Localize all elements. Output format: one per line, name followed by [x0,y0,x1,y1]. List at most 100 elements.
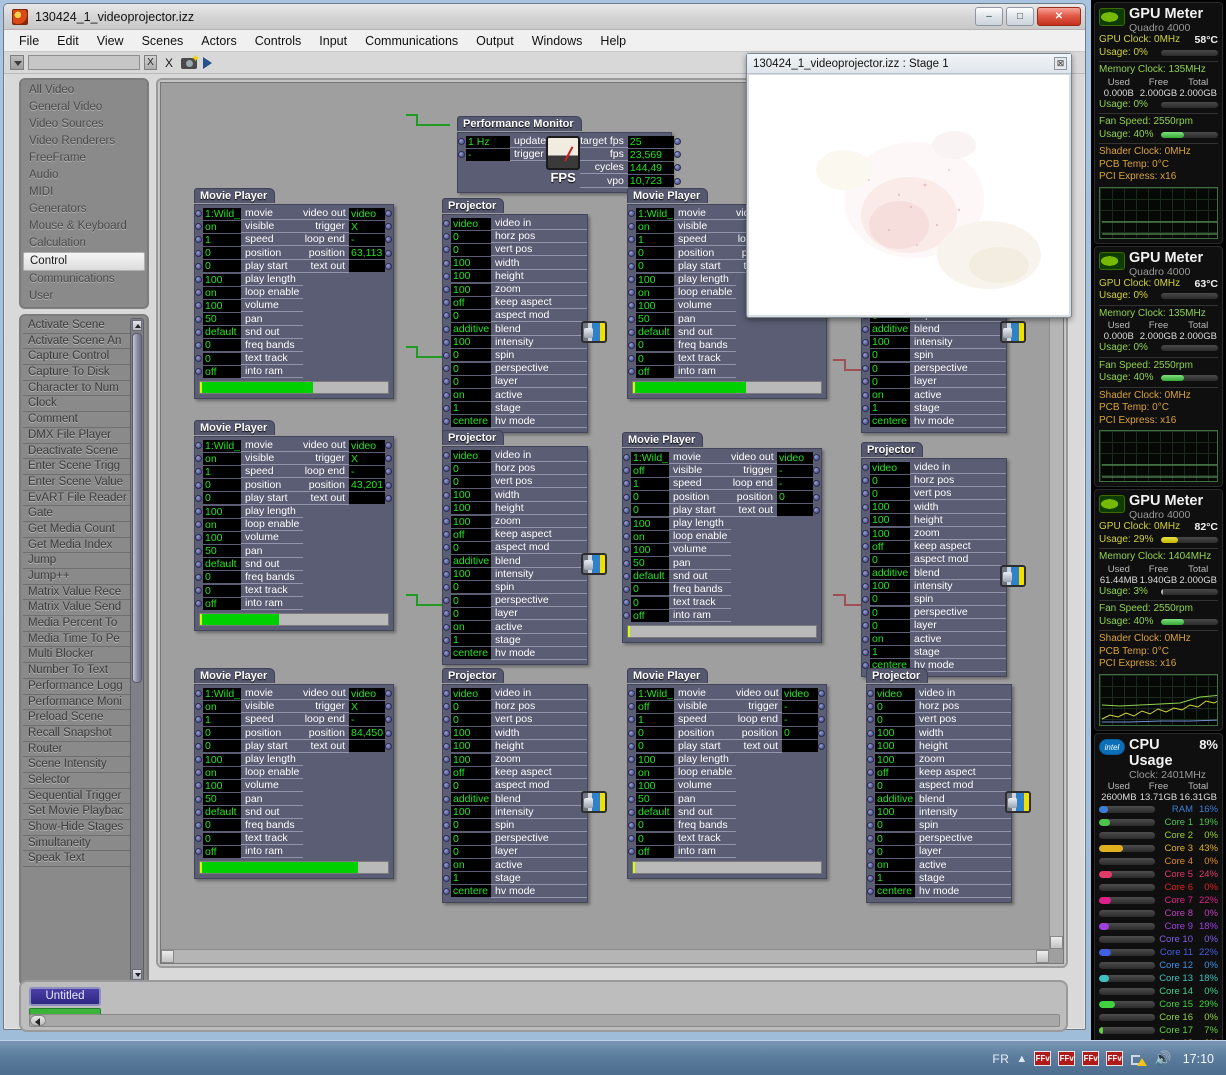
param-value[interactable]: 0 [875,819,915,832]
param-value[interactable]: 0 [203,819,241,832]
input-port-icon[interactable] [443,351,450,359]
input-port-icon[interactable] [867,795,874,803]
param-value[interactable]: 1:Wild_ [203,687,241,700]
param-value[interactable]: 1 [636,233,674,246]
param-row[interactable]: 100width [867,727,1011,740]
input-port-icon[interactable] [195,262,202,270]
param-row[interactable]: 0 spin [443,819,587,832]
input-port-icon[interactable] [443,465,450,473]
param-value[interactable]: additive [870,567,910,580]
stage-window[interactable]: 130424_1_videoprojector.izz : Stage 1 ⊠ [746,53,1072,318]
sidebar-category-control[interactable]: Control [23,252,145,271]
param-row[interactable]: 0 text track [623,596,731,610]
param-value[interactable]: 0 [451,700,491,713]
input-port-icon[interactable] [195,302,202,310]
input-port-icon[interactable] [623,572,630,580]
param-value[interactable]: 100 [203,531,241,544]
output-port-icon[interactable] [385,690,392,698]
param-row[interactable]: 0horz pos [862,474,1006,488]
actor-list-item[interactable]: Selector [23,773,135,789]
param-value[interactable]: 100 [203,505,241,518]
param-row[interactable]: on loop enable [628,766,736,780]
param-value[interactable]: 0 [870,487,910,500]
param-row[interactable]: position 0 [736,727,826,740]
input-port-icon[interactable] [623,467,630,475]
param-value[interactable]: - [777,477,813,490]
param-row[interactable]: on loop enable [195,518,303,532]
input-port-icon[interactable] [195,210,202,218]
param-row[interactable]: 0 freq bands [628,339,736,352]
param-row[interactable]: on visible [195,220,303,234]
input-port-icon[interactable] [443,272,450,280]
param-value[interactable]: off [875,766,915,779]
param-value[interactable]: on [631,530,669,543]
output-port-icon[interactable] [673,151,681,159]
input-port-icon[interactable] [443,729,450,737]
input-port-icon[interactable] [443,782,450,790]
sidebar-category-mouse-keyboard[interactable]: Mouse & Keyboard [23,218,145,235]
input-port-icon[interactable] [195,756,202,764]
volume-icon[interactable]: 🔊 [1154,1050,1171,1067]
param-value[interactable]: 0 [451,581,491,594]
param-value[interactable]: 100 [451,727,491,740]
param-value[interactable]: 100 [451,806,491,819]
sidebar-category-midi[interactable]: MIDI [23,184,145,201]
param-value[interactable]: 0 [870,619,910,632]
input-port-icon[interactable] [623,559,630,567]
close-button[interactable]: ✕ [1037,7,1081,26]
param-row[interactable]: off into ram [195,597,303,611]
param-value[interactable]: 50 [203,313,241,326]
param-row[interactable]: 100height [443,502,587,515]
param-row[interactable]: default snd out [628,806,736,819]
param-row[interactable]: centere hv mode [867,885,1011,898]
param-value[interactable]: 1 [875,872,915,885]
param-value[interactable]: 0 [631,583,669,596]
input-port-icon[interactable] [443,220,450,228]
input-port-icon[interactable] [443,597,450,605]
input-port-icon[interactable] [628,742,635,750]
output-port-icon[interactable] [673,164,681,172]
param-row[interactable]: trigger - [736,700,826,714]
scene-scroll-left-icon[interactable] [30,1015,46,1026]
param-value[interactable]: 1 [870,646,910,659]
input-port-icon[interactable] [862,543,869,551]
param-row[interactable]: offkeep aspect [443,766,587,780]
param-value[interactable]: video [451,687,491,700]
param-row[interactable]: on active [443,858,587,872]
input-port-icon[interactable] [628,289,635,297]
clear-search-button[interactable]: X [144,55,157,70]
input-port-icon[interactable] [867,808,874,816]
node-projector[interactable]: Projectorvideovideo in0horz pos0vert pos… [442,428,607,665]
param-row[interactable]: 1 speed [195,713,303,727]
param-row[interactable]: off into ram [623,609,731,623]
param-value[interactable]: 0 [451,541,491,554]
actor-list-item[interactable]: Scene Intensity [23,757,135,773]
param-value[interactable]: 63,113 [349,247,385,260]
param-row[interactable]: 100width [443,727,587,740]
input-port-icon[interactable] [443,835,450,843]
param-value[interactable]: 43,201 [349,479,385,492]
param-row[interactable]: 1 speed [195,233,303,247]
input-port-icon[interactable] [628,703,635,711]
input-port-icon[interactable] [862,516,869,524]
input-port-icon[interactable] [443,338,450,346]
param-value[interactable]: 100 [636,299,674,312]
input-port-icon[interactable] [443,821,450,829]
input-port-icon[interactable] [867,835,874,843]
param-row[interactable]: 100width [443,257,587,270]
param-row[interactable]: 0 spin [862,349,1006,362]
param-value[interactable]: - [349,233,385,246]
input-port-icon[interactable] [195,315,202,323]
input-port-icon[interactable] [195,341,202,349]
scene-bar-scrollbar[interactable] [29,1014,1060,1027]
param-row[interactable]: 1 speed [628,233,736,247]
input-port-icon[interactable] [443,808,450,816]
param-row[interactable]: 1 stage [867,872,1011,885]
param-row[interactable]: 100height [862,514,1006,527]
taskbar-clock[interactable]: 17:10 [1179,1052,1222,1066]
param-value[interactable]: - [777,464,813,477]
input-port-icon[interactable] [443,491,450,499]
param-value[interactable]: 1 [451,634,491,647]
param-row[interactable]: 0horz pos [443,700,587,714]
param-row[interactable]: text out [303,492,393,505]
